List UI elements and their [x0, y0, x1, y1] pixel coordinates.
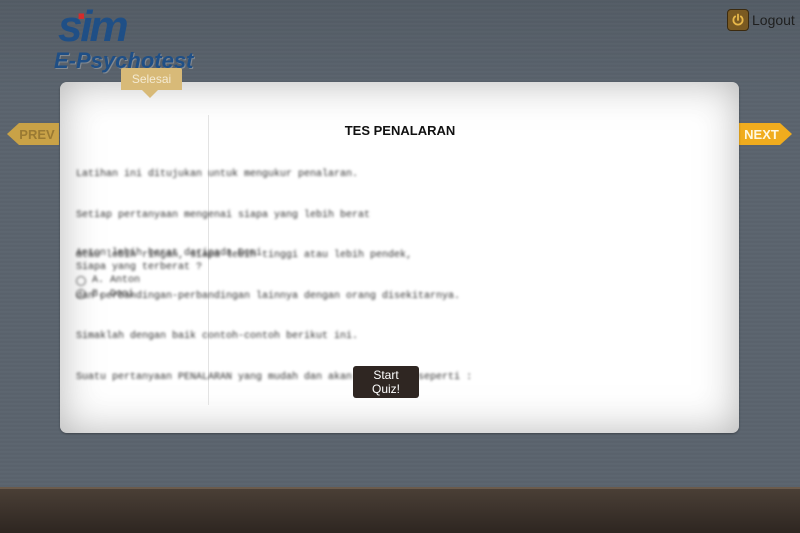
- power-icon: [727, 9, 749, 31]
- option-label: Anton: [110, 275, 141, 286]
- option-key: A.: [92, 275, 105, 286]
- app-logo: s▪im E-Psychotest: [52, 3, 222, 76]
- option-label: Doni: [110, 288, 135, 300]
- logout-label: Logout: [752, 12, 795, 28]
- selesai-tab-pointer: [142, 90, 158, 98]
- option-b[interactable]: B. Doni: [76, 288, 376, 302]
- radio-button[interactable]: [76, 275, 86, 286]
- start-quiz-button[interactable]: Start Quiz!: [353, 366, 419, 398]
- instruction-line: Simaklah dengan baik contoh-contoh berik…: [76, 331, 359, 342]
- instruction-line: Setiap pertanyaan mengenai siapa yang le…: [76, 209, 371, 221]
- quiz-title: TES PENALARAN: [344, 123, 456, 138]
- next-button[interactable]: NEXT: [739, 123, 792, 145]
- example-question: Anton lebih berat daripada Doni Siapa ya…: [76, 247, 376, 301]
- footer-bar: [0, 487, 800, 533]
- selesai-tab[interactable]: Selesai: [121, 68, 182, 90]
- instruction-line: Suatu pertanyaan PENALARAN yang mudah da…: [76, 371, 473, 383]
- prev-button[interactable]: PREV: [7, 123, 59, 145]
- question-line: Siapa yang terberat ?: [76, 261, 203, 273]
- option-key: B.: [92, 288, 105, 300]
- radio-button[interactable]: [76, 289, 86, 300]
- logout-button[interactable]: Logout: [727, 8, 795, 32]
- question-line: Anton lebih berat daripada Doni: [76, 248, 263, 259]
- option-a[interactable]: A. Anton: [76, 274, 376, 288]
- instruction-line: Latihan ini ditujukan untuk mengukur pen…: [76, 169, 359, 180]
